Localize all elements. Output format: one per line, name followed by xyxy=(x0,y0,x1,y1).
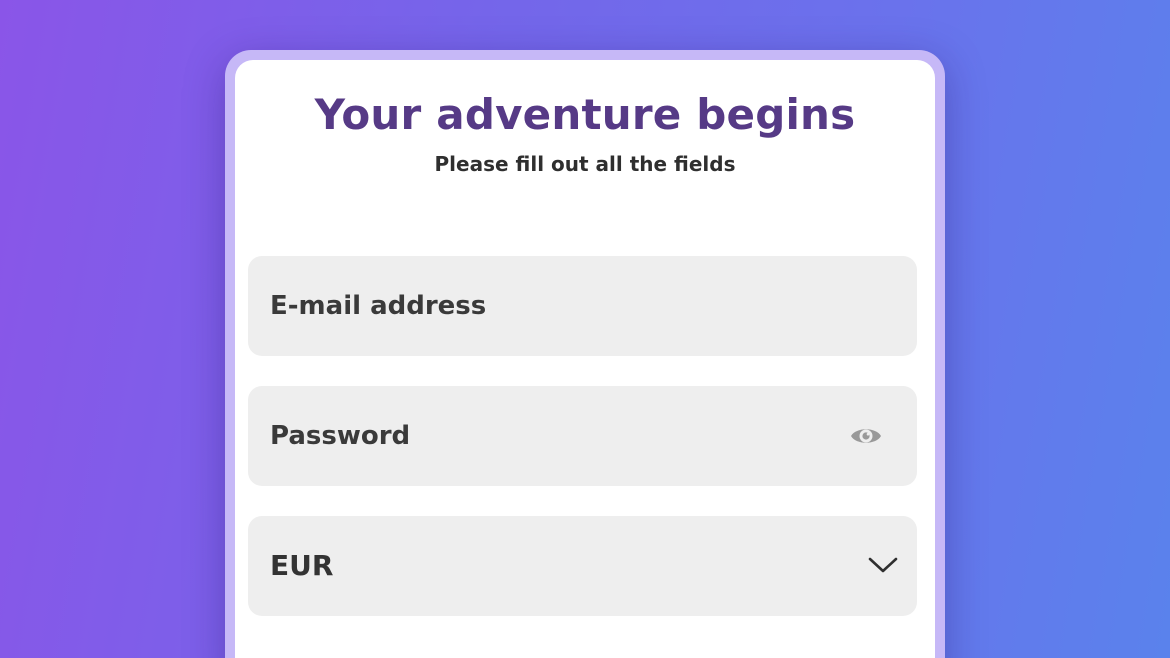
chevron-down-icon xyxy=(867,553,899,577)
currency-selected-value: EUR xyxy=(270,549,334,582)
page-title: Your adventure begins xyxy=(314,90,856,139)
email-field[interactable] xyxy=(248,256,917,356)
signup-card: Your adventure begins Please fill out al… xyxy=(235,60,935,658)
email-field-container xyxy=(248,256,917,356)
password-field[interactable] xyxy=(248,386,917,486)
page-subtitle: Please fill out all the fields xyxy=(434,152,736,176)
currency-select[interactable]: EUR xyxy=(248,516,917,616)
eye-icon[interactable] xyxy=(849,422,883,450)
password-field-container xyxy=(248,386,917,486)
